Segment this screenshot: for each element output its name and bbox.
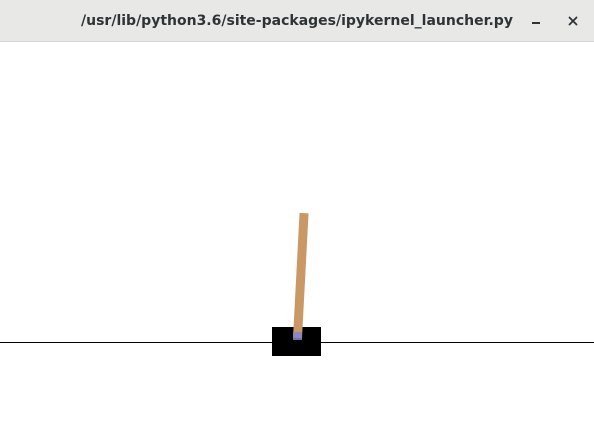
title-bar[interactable]: /usr/lib/python3.6/site-packages/ipykern… bbox=[0, 0, 594, 42]
render-canvas bbox=[0, 42, 594, 440]
pole-axle bbox=[293, 332, 302, 340]
window-title: /usr/lib/python3.6/site-packages/ipykern… bbox=[0, 0, 594, 42]
app-window: /usr/lib/python3.6/site-packages/ipykern… bbox=[0, 0, 594, 440]
close-icon bbox=[568, 16, 578, 26]
close-button[interactable] bbox=[559, 7, 587, 35]
minimize-icon bbox=[532, 22, 540, 24]
pole bbox=[293, 212, 309, 339]
window-title-text: /usr/lib/python3.6/site-packages/ipykern… bbox=[81, 13, 513, 29]
minimize-button[interactable] bbox=[522, 7, 550, 35]
